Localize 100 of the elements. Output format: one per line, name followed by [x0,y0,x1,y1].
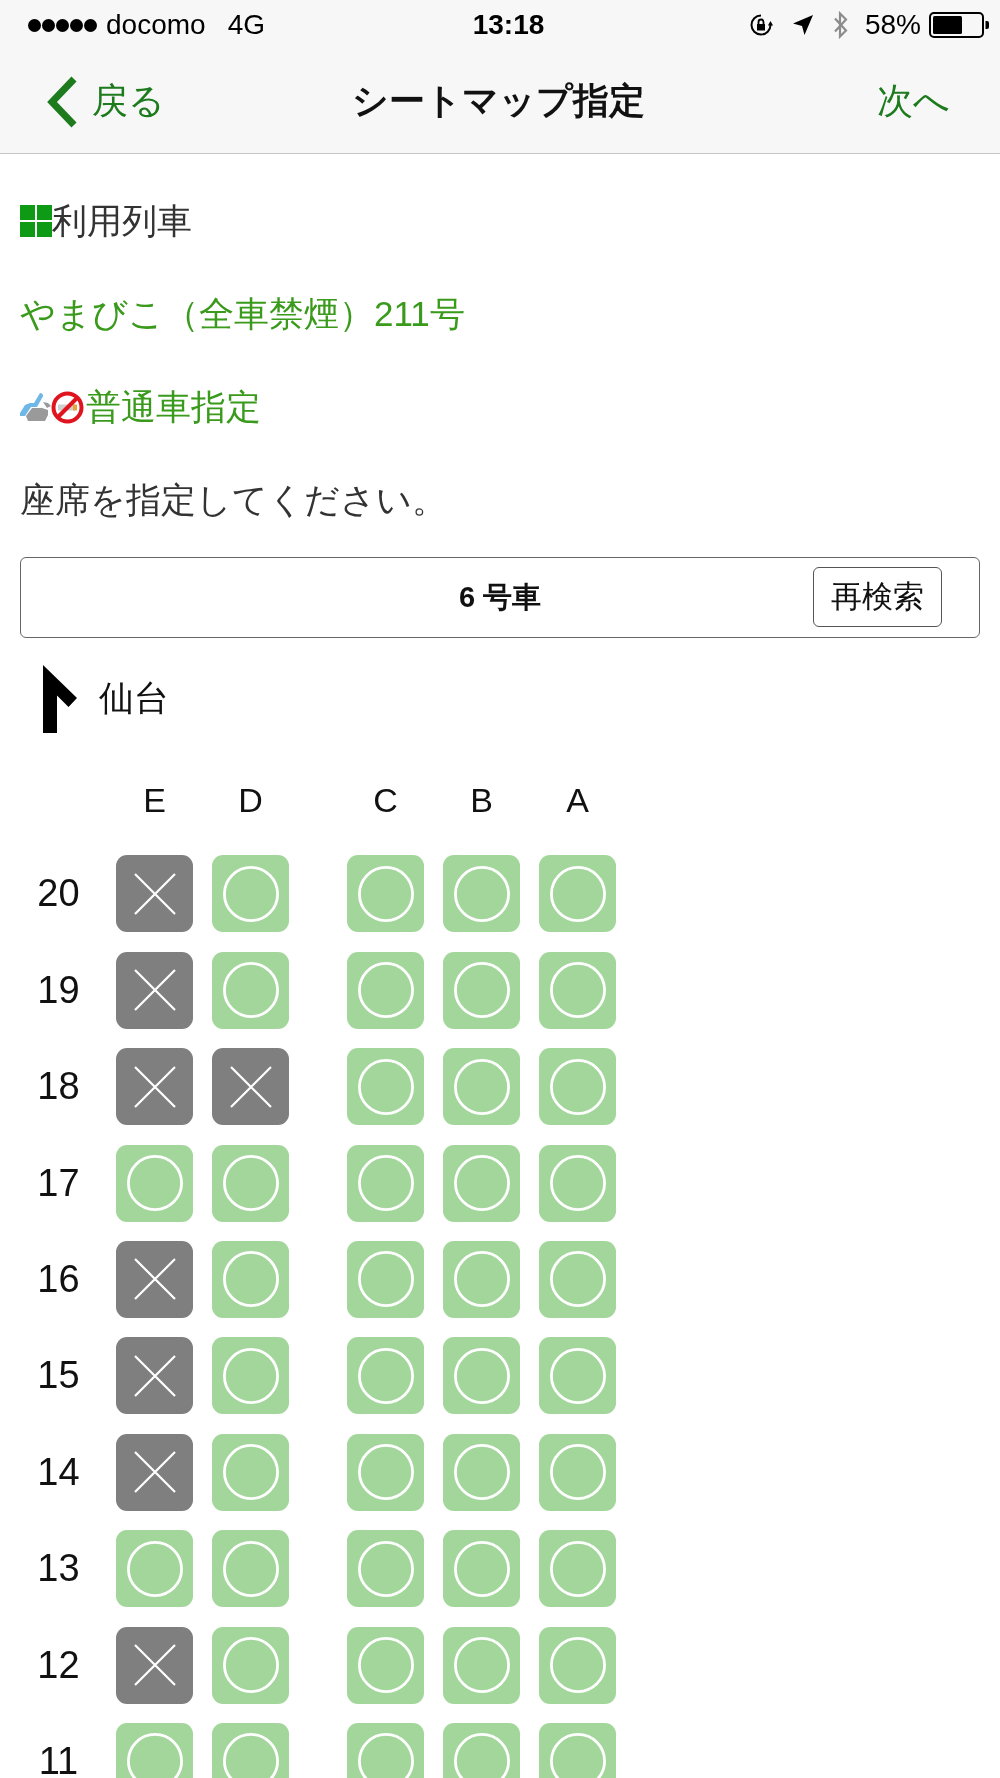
circle-icon [222,1155,279,1212]
cross-icon [133,1065,176,1108]
seat-button[interactable] [116,855,193,933]
cross-icon [133,1451,176,1494]
seat-button[interactable] [539,1433,616,1511]
train-name: やまびこ（全車禁煙）211号 [20,294,465,334]
seat-button[interactable] [443,1240,520,1318]
seat-button[interactable] [443,1722,520,1778]
seat-button[interactable] [347,1626,424,1704]
seat-button[interactable] [116,1722,193,1778]
cross-icon [229,1065,272,1108]
circle-icon [453,1444,510,1501]
seat-button[interactable] [347,855,424,933]
seat-button[interactable] [443,1144,520,1222]
car-number: 6 号車 [458,579,542,615]
destination-label: 仙台 [99,677,169,719]
seat-button[interactable] [347,1530,424,1608]
circle-icon [126,1540,183,1597]
seat-button[interactable] [347,1144,424,1222]
seat-icon [20,391,51,423]
location-arrow-icon [792,15,813,35]
seat-button[interactable] [116,1530,193,1608]
rotation-lock-icon [748,13,773,37]
seat-button[interactable] [443,951,520,1029]
carrier-name: docomo [106,9,206,41]
seat-button[interactable] [539,1337,616,1415]
seat-button[interactable] [443,1337,520,1415]
direction-arrow-icon [43,664,77,733]
circle-icon [222,1444,279,1501]
row-number: 12 [37,1643,80,1687]
circle-icon [222,1540,279,1597]
seat-button[interactable] [116,1626,193,1704]
seat-button[interactable] [116,1048,193,1126]
circle-icon [222,1637,279,1693]
seat-button[interactable] [443,1530,520,1608]
seat-button[interactable] [116,1433,193,1511]
seat-button[interactable] [347,1048,424,1126]
back-button[interactable]: 戻る [46,75,165,128]
circle-icon [357,1251,414,1308]
circle-icon [357,962,414,1019]
seat-button[interactable] [212,1722,289,1778]
seat-button[interactable] [539,1240,616,1318]
seat-button[interactable] [212,1626,289,1704]
circle-icon [453,1058,510,1115]
seat-button[interactable] [539,1626,616,1704]
seat-button[interactable] [347,1337,424,1415]
seat-button[interactable] [212,1433,289,1511]
row-number: 15 [37,1354,80,1398]
seat-button[interactable] [116,951,193,1029]
circle-icon [549,1444,606,1501]
cross-icon [133,1354,176,1397]
seat-button[interactable] [212,1337,289,1415]
cross-icon [133,969,176,1012]
grid-icon [20,205,52,237]
column-label: D [238,780,263,820]
seat-button[interactable] [212,1240,289,1318]
seat-button[interactable] [347,1722,424,1778]
seat-button[interactable] [443,1626,520,1704]
seat-button[interactable] [539,1722,616,1778]
circle-icon [549,1058,606,1115]
circle-icon [357,1444,414,1501]
no-smoking-icon [51,390,84,424]
seat-button[interactable] [539,951,616,1029]
seat-button[interactable] [443,1433,520,1511]
seat-button[interactable] [443,855,520,933]
seat-button[interactable] [539,1530,616,1608]
seat-button[interactable] [347,1240,424,1318]
circle-icon [549,1637,606,1693]
circle-icon [453,1637,510,1693]
circle-icon [357,1637,414,1693]
section-heading: 利用列車 [52,201,192,241]
seat-button[interactable] [347,1433,424,1511]
search-again-button[interactable]: 再検索 [813,567,942,627]
seat-button[interactable] [539,1048,616,1126]
circle-icon [453,1347,510,1404]
seat-button[interactable] [116,1144,193,1222]
seat-button[interactable] [116,1240,193,1318]
battery-percentage: 58% [864,9,921,41]
row-number: 18 [37,1065,80,1109]
seat-button[interactable] [347,951,424,1029]
seat-button[interactable] [539,1144,616,1222]
seat-button[interactable] [212,1530,289,1608]
seat-button[interactable] [116,1337,193,1415]
row-number: 16 [37,1257,80,1301]
seat-button[interactable] [443,1048,520,1126]
row-number: 11 [38,1739,79,1778]
circle-icon [453,962,510,1019]
signal-icon [28,18,97,32]
seat-button[interactable] [539,855,616,933]
circle-icon [549,962,606,1019]
circle-icon [453,1540,510,1597]
seat-button[interactable] [212,855,289,933]
seat-button[interactable] [212,1144,289,1222]
row-number: 20 [37,872,80,916]
cross-icon [133,872,176,915]
next-button[interactable]: 次へ [877,77,950,126]
chevron-left-icon [46,75,78,128]
seat-button[interactable] [212,1048,289,1126]
cross-icon [133,1644,176,1686]
seat-button[interactable] [212,951,289,1029]
